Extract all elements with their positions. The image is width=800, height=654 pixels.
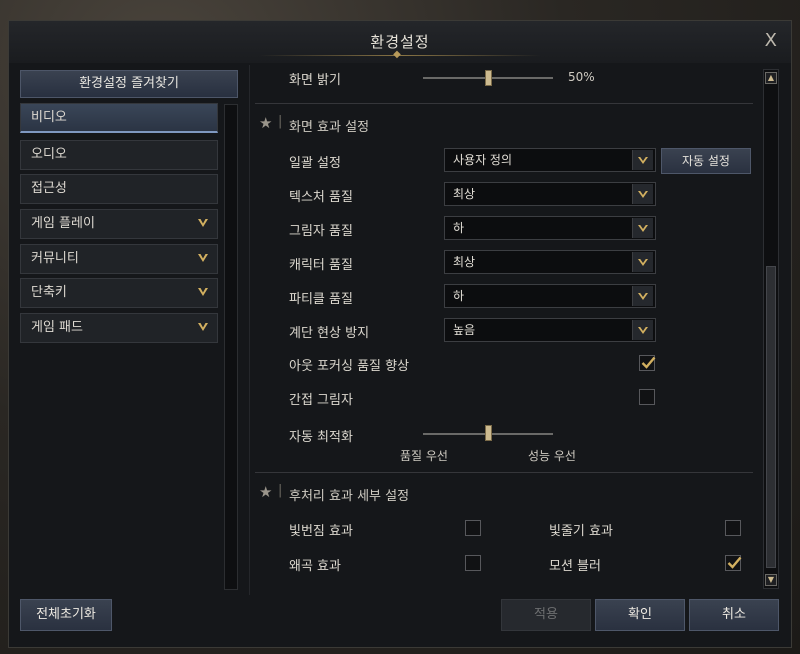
character-quality-select[interactable]: 최상 (444, 250, 656, 274)
outfocus-checkbox[interactable] (639, 355, 656, 371)
separator-bar-icon: | (278, 114, 283, 129)
favorites-button[interactable]: 환경설정 즐겨찾기 (20, 70, 238, 98)
scroll-up-icon[interactable]: ▲ (765, 72, 777, 84)
scroll-down-icon[interactable]: ▼ (765, 574, 777, 586)
distortion-checkbox[interactable] (465, 555, 481, 571)
chevron-down-icon (198, 254, 208, 262)
sidebar-item-label: 비디오 (31, 110, 67, 125)
chevron-down-icon (632, 320, 653, 340)
texture-quality-select[interactable]: 최상 (444, 182, 656, 206)
motion-blur-checkbox[interactable] (725, 555, 742, 571)
sidebar-item-video[interactable]: 비디오 (20, 103, 218, 133)
brightness-slider-handle[interactable] (485, 70, 492, 86)
light-shaft-label: 빛줄기 효과 (549, 524, 613, 539)
check-icon (727, 556, 742, 569)
auto-optimize-slider-handle[interactable] (485, 425, 492, 441)
sidebar-item-gamepad[interactable]: 게임 패드 (20, 313, 218, 343)
chevron-down-icon (632, 252, 653, 272)
brightness-value: 50% (568, 70, 595, 84)
chevron-down-icon (198, 219, 208, 227)
preset-select[interactable]: 사용자 정의 (444, 148, 656, 172)
character-quality-label: 캐릭터 품질 (289, 258, 353, 273)
indirect-shadow-label: 간접 그림자 (289, 393, 353, 408)
ok-button[interactable]: 확인 (595, 599, 685, 631)
close-button[interactable]: X (765, 30, 777, 51)
bloom-label: 빛번짐 효과 (289, 524, 353, 539)
particle-quality-value: 하 (453, 289, 465, 303)
shadow-quality-value: 하 (453, 221, 465, 235)
chevron-down-icon (198, 323, 208, 331)
antialiasing-label: 계단 현상 방지 (289, 326, 370, 341)
shadow-quality-label: 그림자 품질 (289, 224, 353, 239)
sidebar-scrollbar[interactable] (224, 104, 238, 590)
quality-priority-label: 품질 우선 (400, 449, 448, 463)
auto-settings-button[interactable]: 자동 설정 (661, 148, 751, 174)
chevron-down-icon (632, 218, 653, 238)
title-ornament-icon: ◆ (393, 49, 401, 60)
sidebar-item-shortcuts[interactable]: 단축키 (20, 278, 218, 308)
character-quality-value: 최상 (453, 255, 476, 269)
sidebar-item-community[interactable]: 커뮤니티 (20, 244, 218, 274)
sidebar-item-label: 게임 플레이 (31, 216, 95, 231)
shadow-quality-select[interactable]: 하 (444, 216, 656, 240)
motion-blur-label: 모션 블러 (549, 559, 601, 574)
antialiasing-value: 높음 (453, 323, 476, 337)
section-divider (255, 103, 753, 104)
post-section-title: 후처리 효과 세부 설정 (289, 489, 410, 504)
section-divider (255, 472, 753, 473)
sidebar-item-label: 단축키 (31, 285, 67, 300)
content-scrollbar[interactable]: ▲ ▼ (763, 69, 779, 589)
scroll-thumb[interactable] (766, 266, 776, 568)
separator-bar-icon: | (278, 483, 283, 498)
chevron-down-icon (632, 150, 653, 170)
chevron-down-icon (198, 288, 208, 296)
star-icon[interactable]: ★ (259, 483, 272, 501)
bloom-checkbox[interactable] (465, 520, 481, 536)
indirect-shadow-checkbox[interactable] (639, 389, 655, 405)
particle-quality-select[interactable]: 하 (444, 284, 656, 308)
chevron-down-icon (632, 286, 653, 306)
texture-quality-value: 최상 (453, 187, 476, 201)
sidebar-item-label: 게임 패드 (31, 320, 83, 335)
preset-select-value: 사용자 정의 (453, 153, 513, 167)
sidebar-item-label: 커뮤니티 (31, 251, 79, 266)
sidebar-item-gameplay[interactable]: 게임 플레이 (20, 209, 218, 239)
outfocus-label: 아웃 포커싱 품질 향상 (289, 359, 410, 374)
check-icon (641, 356, 656, 369)
cancel-button[interactable]: 취소 (689, 599, 779, 631)
sidebar-item-accessibility[interactable]: 접근성 (20, 174, 218, 204)
sidebar-item-label: 오디오 (31, 147, 67, 162)
settings-window: 환경설정 ◆ X 환경설정 즐겨찾기 비디오 오디오 접근성 게임 플레이 커뮤… (8, 20, 792, 648)
performance-priority-label: 성능 우선 (528, 449, 576, 463)
preset-label: 일괄 설정 (289, 156, 341, 171)
texture-quality-label: 텍스처 품질 (289, 190, 353, 205)
sidebar-item-label: 접근성 (31, 181, 67, 196)
antialiasing-select[interactable]: 높음 (444, 318, 656, 342)
sidebar-item-audio[interactable]: 오디오 (20, 140, 218, 170)
auto-optimize-label: 자동 최적화 (289, 430, 353, 445)
title-bar: 환경설정 ◆ X (9, 21, 791, 63)
particle-quality-label: 파티클 품질 (289, 292, 353, 307)
chevron-down-icon (632, 184, 653, 204)
star-icon[interactable]: ★ (259, 114, 272, 132)
effects-section-title: 화면 효과 설정 (289, 120, 370, 135)
apply-button[interactable]: 적용 (501, 599, 591, 631)
distortion-label: 왜곡 효과 (289, 559, 341, 574)
panel-divider (249, 65, 250, 595)
brightness-label: 화면 밝기 (289, 73, 341, 88)
light-shaft-checkbox[interactable] (725, 520, 741, 536)
reset-all-button[interactable]: 전체초기화 (20, 599, 112, 631)
